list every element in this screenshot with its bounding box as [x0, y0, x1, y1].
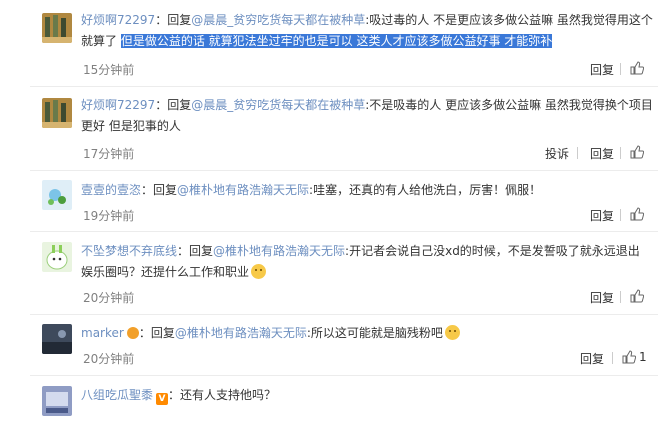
- selected-text: 但是做公益的话 就算犯法坐过牢的也是可以 这类人才应该多做公益好事 才能弥补: [120, 34, 553, 48]
- reply-prefix: ：回复: [177, 244, 214, 258]
- divider: [30, 170, 658, 171]
- like-icon[interactable]: [630, 61, 644, 75]
- comment-body: :不是吸毒的人 更应该多做公益嘛 虽然我觉得换个项目: [365, 98, 653, 112]
- comment-username[interactable]: 好烦啊72297: [81, 13, 155, 27]
- comment-body: 娱乐圈吗？还提什么工作和职业: [81, 265, 250, 279]
- emoji-icon: [251, 264, 267, 279]
- like-count: 1: [639, 350, 647, 364]
- mention-link[interactable]: @椎朴地有路浩瀚天无际: [175, 326, 307, 340]
- avatar[interactable]: [42, 98, 72, 128]
- comment-username[interactable]: 壹壹的壹恣: [81, 183, 141, 197]
- reply-prefix: ：回复: [155, 13, 192, 27]
- mention-link[interactable]: @椎朴地有路浩瀚天无际: [213, 244, 345, 258]
- mention-link[interactable]: @晨晨_贫穷吃货每天都在被种草: [191, 98, 365, 112]
- comment-text: 八组吃瓜聖黍 V ：还有人支持他吗？: [81, 385, 651, 406]
- comment-text: 壹壹的壹恣：回复@椎朴地有路浩瀚天无际:哇塞，还真的有人给他洗白，厉害！佩服！: [81, 180, 651, 201]
- comment-body: 更好 但是犯事的人: [81, 119, 181, 133]
- divider: [30, 231, 658, 232]
- comment-body: ：还有人支持他吗？: [168, 388, 277, 402]
- comment-body: :所以这可能就是脑残粉吧: [306, 326, 443, 340]
- comment-username[interactable]: 好烦啊72297: [81, 98, 155, 112]
- comment-text: 不坠梦想不弃底线：回复@椎朴地有路浩瀚天无际:开记者会说自己没xd的时候，不是发…: [81, 241, 651, 283]
- comment-text: marker ：回复@椎朴地有路浩瀚天无际:所以这可能就是脑残粉吧: [81, 323, 651, 344]
- avatar[interactable]: [42, 13, 72, 43]
- comment-time: 20分钟前: [83, 352, 135, 366]
- emoji-icon: [444, 325, 460, 340]
- verified-icon: V: [156, 393, 169, 405]
- crown-icon: [126, 327, 139, 339]
- avatar[interactable]: [42, 324, 72, 354]
- comment-body: :开记者会说自己没xd的时候，不是发誓吸了就永远退出: [345, 244, 640, 258]
- divider: [612, 352, 613, 364]
- divider: [620, 147, 621, 159]
- comment-username[interactable]: 不坠梦想不弃底线: [81, 244, 177, 258]
- divider: [30, 375, 658, 376]
- reply-button[interactable]: 回复: [590, 145, 614, 162]
- mention-link[interactable]: @椎朴地有路浩瀚天无际: [177, 183, 309, 197]
- avatar[interactable]: [42, 386, 72, 416]
- report-button[interactable]: 投诉: [545, 145, 569, 162]
- reply-button[interactable]: 回复: [590, 207, 614, 224]
- comment-text: 好烦啊72297：回复@晨晨_贫穷吃货每天都在被种草:吸过毒的人 不是更应该多做…: [81, 10, 653, 52]
- mention-link[interactable]: @晨晨_贫穷吃货每天都在被种草: [191, 13, 365, 27]
- comment-time: 17分钟前: [83, 147, 135, 161]
- divider: [620, 209, 621, 221]
- avatar[interactable]: [42, 242, 72, 272]
- reply-prefix: ：回复: [155, 98, 192, 112]
- divider: [30, 86, 658, 87]
- comment-body: :哇塞，还真的有人给他洗白，厉害！佩服！: [309, 183, 542, 197]
- reply-prefix: ：回复: [138, 326, 175, 340]
- divider: [30, 314, 658, 315]
- comment-time: 15分钟前: [83, 63, 135, 77]
- like-icon[interactable]: [622, 350, 636, 364]
- divider: [620, 63, 621, 75]
- reply-button[interactable]: 回复: [590, 61, 614, 78]
- divider: [577, 147, 578, 159]
- comment-body: 就算了: [81, 34, 121, 48]
- avatar[interactable]: [42, 180, 72, 210]
- comment-time: 19分钟前: [83, 209, 135, 223]
- comment-text: 好烦啊72297：回复@晨晨_贫穷吃货每天都在被种草:不是吸毒的人 更应该多做公…: [81, 95, 653, 137]
- divider: [620, 291, 621, 303]
- reply-prefix: ：回复: [141, 183, 178, 197]
- like-icon[interactable]: [630, 207, 644, 221]
- like-icon[interactable]: [630, 289, 644, 303]
- comment-time: 20分钟前: [83, 291, 135, 305]
- reply-button[interactable]: 回复: [590, 289, 614, 306]
- comment-body: :吸过毒的人 不是更应该多做公益嘛 虽然我觉得用这个: [365, 13, 653, 27]
- comment-username[interactable]: 八组吃瓜聖黍: [81, 388, 153, 402]
- comment-username[interactable]: marker: [81, 326, 124, 340]
- like-icon[interactable]: [630, 145, 644, 159]
- reply-button[interactable]: 回复: [580, 350, 604, 367]
